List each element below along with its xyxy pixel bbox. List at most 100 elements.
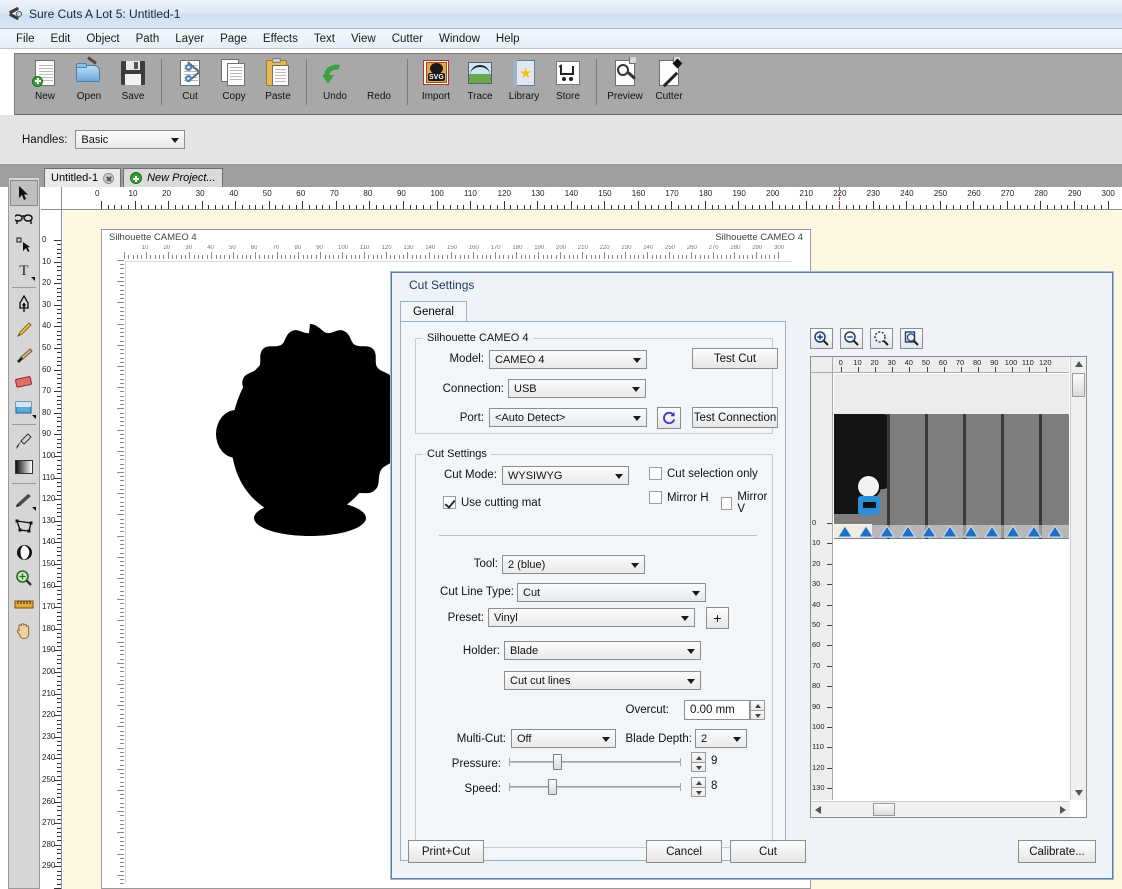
- blade-depth-select[interactable]: 2: [695, 729, 747, 748]
- warp-tool[interactable]: [10, 513, 38, 539]
- eyedropper-tool[interactable]: [10, 428, 38, 454]
- multicut-select[interactable]: Off: [511, 729, 616, 748]
- tool-select[interactable]: 2 (blue): [502, 555, 645, 574]
- text-tool[interactable]: T: [10, 258, 38, 284]
- toolbar-button-import[interactable]: SVG Import: [414, 54, 458, 114]
- preview-horizontal-scrollbar[interactable]: [811, 801, 1070, 817]
- test-cut-button[interactable]: Test Cut: [692, 348, 778, 369]
- port-select[interactable]: <Auto Detect>: [489, 408, 647, 427]
- add-preset-button[interactable]: +: [706, 607, 729, 629]
- stepper-up-icon[interactable]: [750, 700, 765, 710]
- mirror-tool[interactable]: [10, 539, 38, 565]
- cut-mode-select[interactable]: WYSIWYG: [502, 466, 629, 485]
- hand-tool[interactable]: [10, 617, 38, 643]
- menu-view[interactable]: View: [343, 31, 384, 47]
- select-tool[interactable]: [10, 180, 38, 206]
- refresh-ports-button[interactable]: [657, 407, 681, 429]
- connection-select[interactable]: USB: [508, 379, 646, 398]
- brush-tool[interactable]: [10, 343, 38, 369]
- menu-cutter[interactable]: Cutter: [384, 31, 431, 47]
- slider-thumb[interactable]: [548, 779, 557, 795]
- toolbar-button-trace[interactable]: Trace: [458, 54, 502, 114]
- handles-select[interactable]: Basic: [75, 130, 186, 149]
- toolbar-button-cutter[interactable]: Cutter: [647, 54, 691, 114]
- stepper-up-icon[interactable]: [691, 752, 706, 762]
- cut-button[interactable]: Cut: [730, 840, 806, 863]
- eraser-tool[interactable]: [10, 369, 38, 395]
- toolbar-button-copy[interactable]: Copy: [212, 54, 256, 114]
- lasso-tool[interactable]: [10, 206, 38, 232]
- toolbar-button-new[interactable]: New: [23, 54, 67, 114]
- stepper-up-icon[interactable]: [691, 777, 706, 787]
- toolbar-button-paste[interactable]: Paste: [256, 54, 300, 114]
- shape-tool[interactable]: [10, 395, 38, 421]
- zoom-tool[interactable]: [10, 565, 38, 591]
- toolbar-button-redo[interactable]: Redo: [357, 54, 401, 114]
- menu-window[interactable]: Window: [431, 31, 488, 47]
- scalloped-blob-shape[interactable]: [206, 322, 414, 537]
- toolbar-button-store[interactable]: Store: [546, 54, 590, 114]
- pencil-tool[interactable]: [10, 317, 38, 343]
- toolbar-button-undo[interactable]: Undo: [313, 54, 357, 114]
- stepper-down-icon[interactable]: [691, 761, 706, 772]
- menu-layer[interactable]: Layer: [167, 31, 212, 47]
- toolbar-button-library[interactable]: ★ Library: [502, 54, 546, 114]
- tab-general[interactable]: General: [400, 301, 467, 322]
- cut-selection-only-checkbox[interactable]: Cut selection only: [649, 467, 758, 480]
- close-icon[interactable]: [103, 172, 115, 184]
- menu-text[interactable]: Text: [306, 31, 343, 47]
- overcut-input[interactable]: 0.00 mm: [684, 700, 750, 720]
- mirror-v-checkbox[interactable]: Mirror V: [721, 491, 772, 515]
- stepper-down-icon[interactable]: [750, 709, 765, 720]
- holder-select[interactable]: Blade: [504, 641, 701, 660]
- test-connection-button[interactable]: Test Connection: [692, 407, 778, 428]
- zoom-fit-button[interactable]: [870, 328, 893, 349]
- scroll-up-icon[interactable]: [1075, 361, 1083, 367]
- menu-object[interactable]: Object: [78, 31, 127, 47]
- pressure-stepper[interactable]: [691, 752, 706, 772]
- toolbar-button-preview[interactable]: Preview: [603, 54, 647, 114]
- toolbar-button-save[interactable]: Save: [111, 54, 155, 114]
- preview-frame[interactable]: 0 10 20 30 40 50 60 70 80 90 100 110 120 0 10 20 30 40 50…: [810, 356, 1087, 818]
- scroll-right-icon[interactable]: [1060, 806, 1066, 814]
- preview-canvas[interactable]: [834, 374, 1069, 800]
- menu-path[interactable]: Path: [128, 31, 168, 47]
- menu-edit[interactable]: Edit: [43, 31, 79, 47]
- preview-vertical-scrollbar[interactable]: [1070, 357, 1086, 800]
- node-edit-tool[interactable]: [10, 232, 38, 258]
- menu-file[interactable]: File: [8, 31, 43, 47]
- zoom-page-button[interactable]: [900, 328, 923, 349]
- tab-untitled-1[interactable]: Untitled-1: [44, 168, 122, 187]
- preset-select[interactable]: Vinyl: [488, 608, 695, 627]
- speed-stepper[interactable]: [691, 777, 706, 797]
- slider-thumb[interactable]: [553, 754, 562, 770]
- calibrate-button[interactable]: Calibrate...: [1018, 840, 1096, 863]
- overcut-stepper[interactable]: [750, 700, 765, 720]
- print-cut-button[interactable]: Print+Cut: [408, 840, 484, 863]
- gradient-tool[interactable]: [10, 454, 38, 480]
- use-cutting-mat-checkbox[interactable]: Use cutting mat: [443, 496, 541, 509]
- speed-slider[interactable]: [509, 778, 681, 796]
- mirror-h-checkbox[interactable]: Mirror H: [649, 491, 709, 504]
- measure-tool[interactable]: [10, 591, 38, 617]
- menu-help[interactable]: Help: [488, 31, 528, 47]
- scroll-thumb-vertical[interactable]: [1072, 373, 1085, 397]
- tab-new-project[interactable]: New Project...: [123, 168, 223, 187]
- pressure-slider[interactable]: [509, 753, 681, 771]
- stepper-down-icon[interactable]: [691, 786, 706, 797]
- line-action-select[interactable]: Cut cut lines: [504, 671, 701, 690]
- pen-tool[interactable]: [10, 291, 38, 317]
- zoom-out-button[interactable]: [840, 328, 863, 349]
- toolbar-button-open[interactable]: Open: [67, 54, 111, 114]
- knife-tool[interactable]: [10, 487, 38, 513]
- menu-effects[interactable]: Effects: [255, 31, 306, 47]
- zoom-in-button[interactable]: [810, 328, 833, 349]
- preview-material-area[interactable]: [834, 540, 1069, 800]
- menu-page[interactable]: Page: [212, 31, 255, 47]
- toolbar-button-cut[interactable]: Cut: [168, 54, 212, 114]
- scroll-left-icon[interactable]: [815, 806, 821, 814]
- scroll-thumb-horizontal[interactable]: [873, 803, 895, 816]
- model-select[interactable]: CAMEO 4: [489, 350, 647, 369]
- scroll-down-icon[interactable]: [1075, 790, 1083, 796]
- cut-line-type-select[interactable]: Cut: [517, 583, 706, 602]
